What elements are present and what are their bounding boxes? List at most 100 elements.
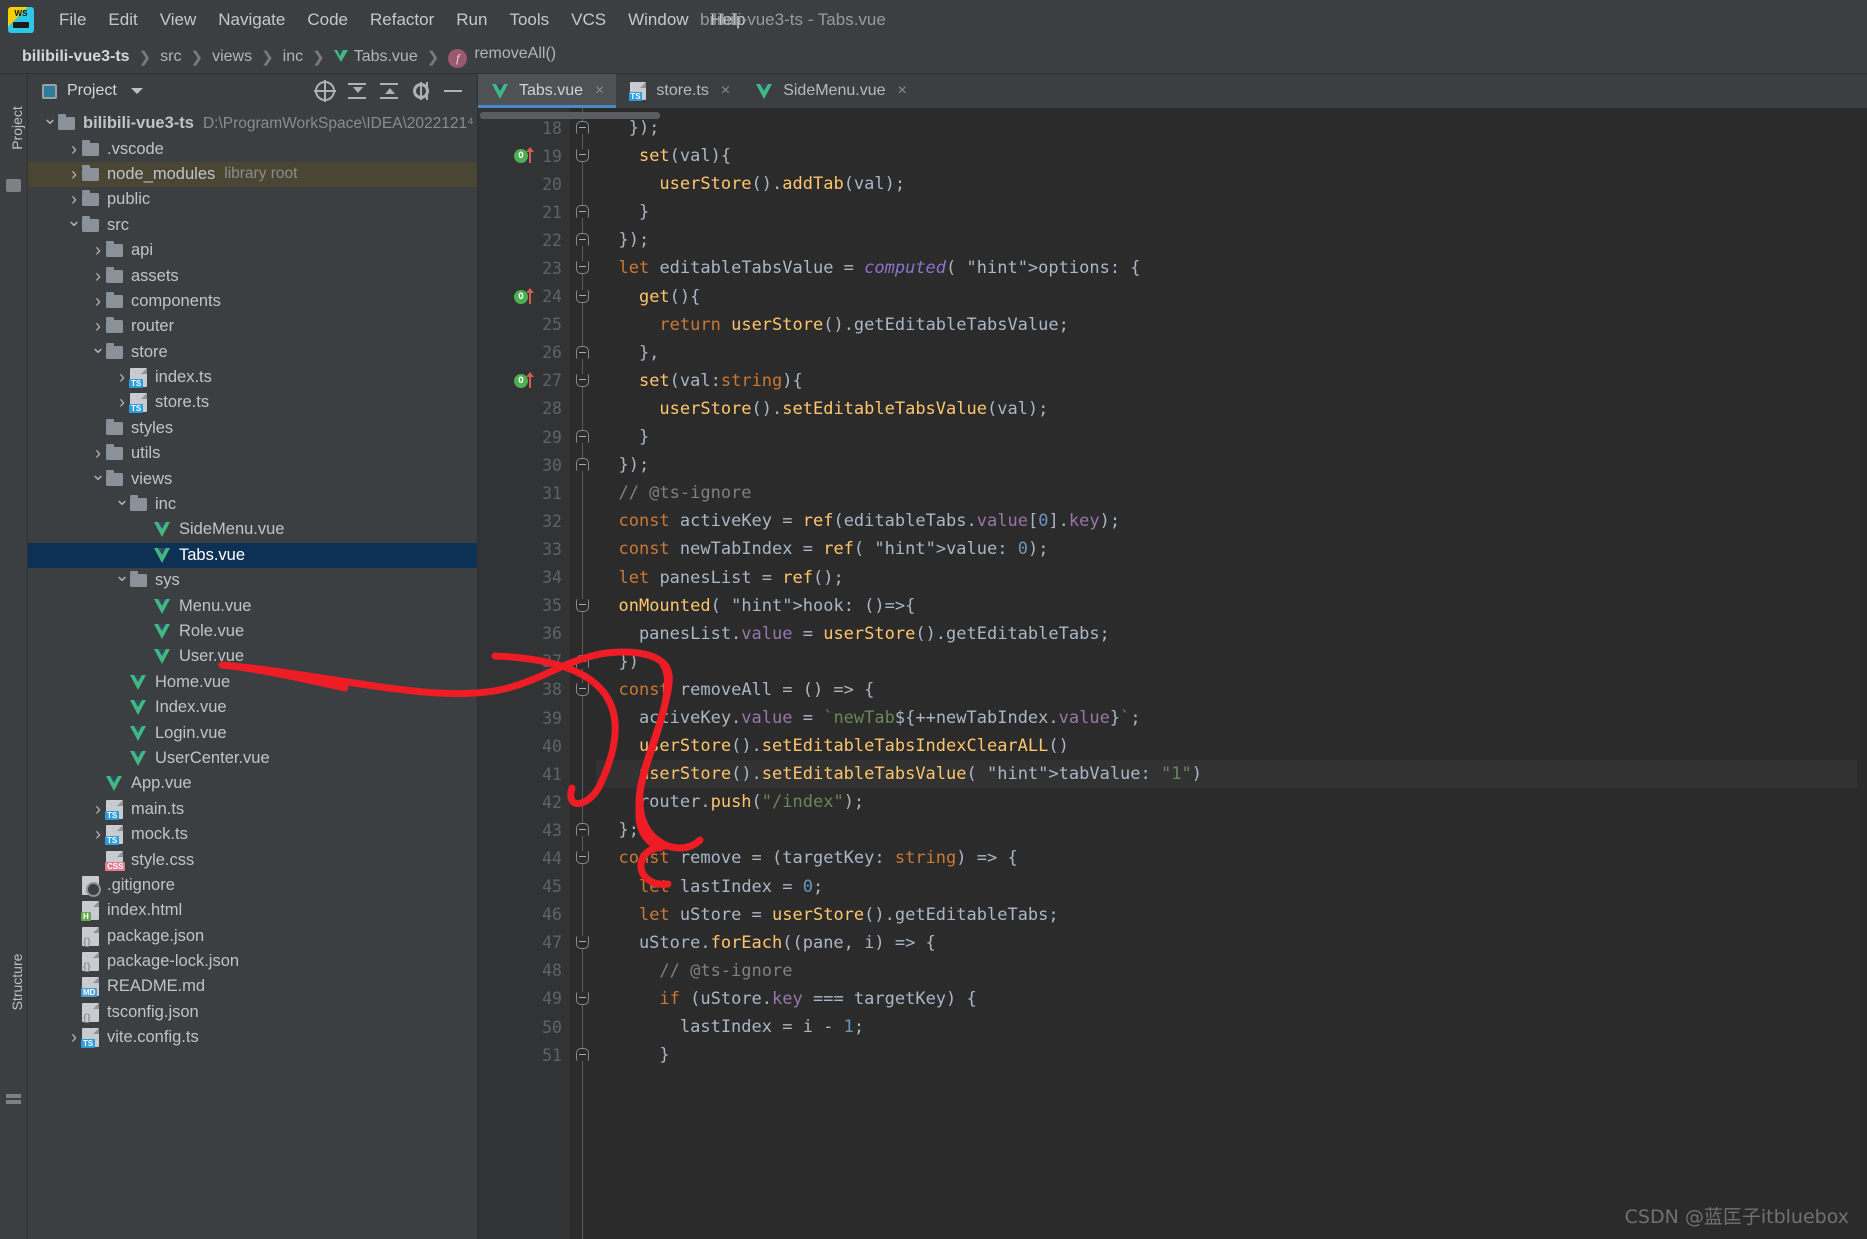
code-folding-column[interactable] (570, 108, 596, 1239)
chevron-right-icon[interactable] (114, 367, 130, 388)
code-line[interactable]: } (596, 1041, 1867, 1069)
code-line[interactable]: } (596, 198, 1867, 226)
tree-item-components[interactable]: components (28, 289, 477, 314)
tree-item-utils[interactable]: utils (28, 441, 477, 466)
menu-item-refactor[interactable]: Refactor (359, 7, 445, 33)
code-line[interactable]: }) (596, 648, 1867, 676)
override-marker-icon[interactable]: O (514, 374, 528, 388)
code-line[interactable]: userStore().addTab(val); (596, 170, 1867, 198)
menu-item-code[interactable]: Code (296, 7, 359, 33)
code-line[interactable]: } (596, 423, 1867, 451)
menu-item-run[interactable]: Run (445, 7, 498, 33)
override-marker-icon[interactable]: O (514, 290, 528, 304)
code-line[interactable]: }, (596, 339, 1867, 367)
code-line[interactable]: lastIndex = i - 1; (596, 1013, 1867, 1041)
code-line[interactable]: get(){ (596, 283, 1867, 311)
chevron-right-icon[interactable] (90, 291, 106, 312)
tree-item-role-vue[interactable]: Role.vue (28, 619, 477, 644)
chevron-right-icon[interactable] (66, 139, 82, 160)
menu-item-navigate[interactable]: Navigate (207, 7, 296, 33)
tree-item-mock-ts[interactable]: TSmock.ts (28, 822, 477, 847)
fold-toggle-icon[interactable] (576, 458, 589, 471)
chevron-right-icon[interactable] (66, 164, 82, 185)
tree-item-readme-md[interactable]: MDREADME.md (28, 974, 477, 999)
menu-item-edit[interactable]: Edit (97, 7, 148, 33)
chevron-down-icon[interactable] (42, 113, 58, 134)
vertical-scrollbar[interactable] (1857, 108, 1867, 1239)
tree-item-public[interactable]: public (28, 187, 477, 212)
breadcrumb-item-views[interactable]: views (212, 48, 252, 66)
menu-item-file[interactable]: File (48, 7, 97, 33)
tree-item-assets[interactable]: assets (28, 263, 477, 288)
hide-icon[interactable] (443, 81, 463, 101)
close-icon[interactable]: × (721, 82, 730, 100)
horizontal-scrollbar-thumb[interactable] (480, 112, 660, 119)
project-tree[interactable]: bilibili-vue3-tsD:\ProgramWorkSpace\IDEA… (28, 108, 477, 1239)
editor-tab-tabs-vue[interactable]: Tabs.vue× (478, 74, 616, 108)
tree-item-index-ts[interactable]: TSindex.ts (28, 365, 477, 390)
tree-item-tabs-vue[interactable]: Tabs.vue (28, 543, 477, 568)
chevron-right-icon[interactable] (90, 316, 106, 337)
code-line[interactable]: let lastIndex = 0; (596, 873, 1867, 901)
tree-item-styles[interactable]: styles (28, 416, 477, 441)
code-text[interactable]: }); set(val){ userStore().addTab(val); }… (596, 108, 1867, 1239)
tool-window-tab-structure[interactable]: Structure (9, 943, 25, 1021)
fold-toggle-icon[interactable] (576, 599, 589, 612)
fold-toggle-icon[interactable] (576, 1048, 589, 1061)
collapse-all-icon[interactable] (347, 81, 367, 101)
tree-item-views[interactable]: views (28, 466, 477, 491)
code-line[interactable]: const remove = (targetKey: string) => { (596, 844, 1867, 872)
tree-item-menu-vue[interactable]: Menu.vue (28, 593, 477, 618)
code-line[interactable]: const removeAll = () => { (596, 676, 1867, 704)
code-line[interactable]: userStore().setEditableTabsIndexClearALL… (596, 732, 1867, 760)
fold-toggle-icon[interactable] (576, 655, 589, 668)
chevron-right-icon[interactable] (66, 189, 82, 210)
fold-toggle-icon[interactable] (576, 374, 589, 387)
close-icon[interactable]: × (595, 82, 604, 100)
override-marker-icon[interactable]: O (514, 149, 528, 163)
tree-item-api[interactable]: api (28, 238, 477, 263)
code-line[interactable]: const activeKey = ref(editableTabs.value… (596, 507, 1867, 535)
code-line[interactable]: let panesList = ref(); (596, 564, 1867, 592)
tree-item-router[interactable]: router (28, 314, 477, 339)
code-line[interactable]: set(val){ (596, 142, 1867, 170)
fold-toggle-icon[interactable] (576, 121, 589, 134)
tree-item-store[interactable]: store (28, 340, 477, 365)
code-line[interactable]: userStore().setEditableTabsValue( "hint"… (596, 760, 1867, 788)
code-area[interactable]: 18O1920212223O242526O2728293031323334353… (478, 108, 1867, 1239)
editor-tab-store-ts[interactable]: store.ts× (616, 74, 742, 108)
code-line[interactable]: if (uStore.key === targetKey) { (596, 985, 1867, 1013)
close-icon[interactable]: × (898, 82, 907, 100)
tree-item-main-ts[interactable]: TSmain.ts (28, 797, 477, 822)
line-number-gutter[interactable]: 18O1920212223O242526O2728293031323334353… (478, 108, 570, 1239)
chevron-down-icon[interactable] (114, 494, 130, 515)
menu-item-tools[interactable]: Tools (498, 7, 560, 33)
gear-icon[interactable] (413, 83, 429, 99)
fold-toggle-icon[interactable] (576, 936, 589, 949)
menu-item-window[interactable]: Window (617, 7, 699, 33)
chevron-down-icon[interactable] (90, 342, 106, 363)
code-line[interactable]: let editableTabsValue = computed( "hint"… (596, 254, 1867, 282)
tree-item-style-css[interactable]: CSSstyle.css (28, 847, 477, 872)
breadcrumb-item-project[interactable]: bilibili-vue3-ts (22, 48, 130, 66)
fold-toggle-icon[interactable] (576, 992, 589, 1005)
editor-tab-bar[interactable]: Tabs.vue×store.ts×SideMenu.vue× (478, 74, 1867, 108)
chevron-down-icon[interactable] (90, 469, 106, 490)
tree-item-sidemenu-vue[interactable]: SideMenu.vue (28, 517, 477, 542)
fold-toggle-icon[interactable] (576, 823, 589, 836)
chevron-down-icon[interactable] (131, 88, 143, 94)
fold-toggle-icon[interactable] (576, 346, 589, 359)
tree-item-gitignore[interactable]: .gitignore (28, 873, 477, 898)
expand-all-icon[interactable] (379, 81, 399, 101)
tree-item-node-modules[interactable]: node_moduleslibrary root (28, 162, 477, 187)
tree-item-home-vue[interactable]: Home.vue (28, 670, 477, 695)
chevron-down-icon[interactable] (66, 215, 82, 236)
project-folder-icon[interactable] (6, 179, 21, 192)
chevron-right-icon[interactable] (114, 392, 130, 413)
structure-icon[interactable] (6, 1094, 21, 1107)
code-line[interactable]: activeKey.value = `newTab${++newTabIndex… (596, 704, 1867, 732)
tree-item-package-lock-json[interactable]: package-lock.json (28, 949, 477, 974)
code-line[interactable]: }; (596, 816, 1867, 844)
code-line[interactable]: panesList.value = userStore().getEditabl… (596, 620, 1867, 648)
chevron-right-icon[interactable] (90, 240, 106, 261)
